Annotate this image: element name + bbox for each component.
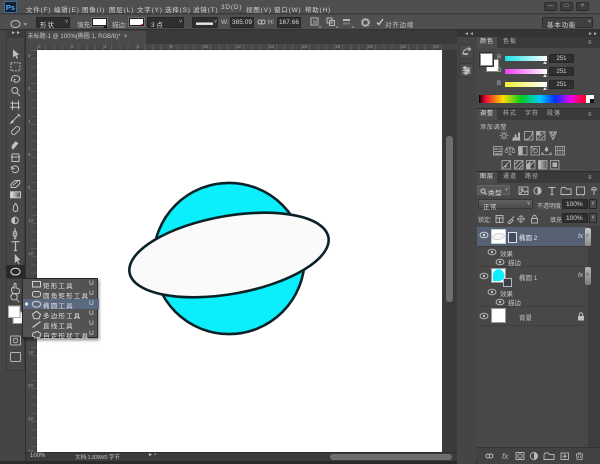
svg-text:fx: fx bbox=[502, 452, 509, 461]
